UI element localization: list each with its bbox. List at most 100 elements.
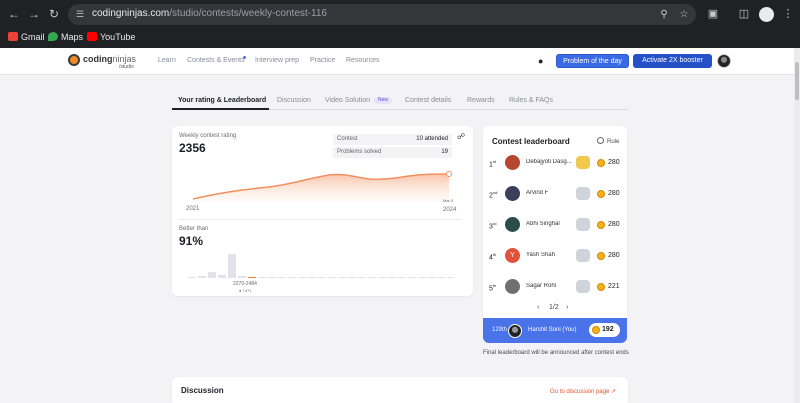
bookmarks-bar: Gmail Maps YouTube (0, 28, 800, 48)
profile-avatar[interactable] (759, 7, 774, 22)
last-point-label: Mar 5 (443, 198, 454, 203)
coin-icon (597, 252, 605, 260)
discussion-link[interactable]: Go to discussion page ↗ (550, 388, 616, 395)
histogram-bar (218, 275, 226, 278)
activate-booster-button[interactable]: Activate 2X booster (633, 54, 712, 68)
better-than-value: 91% (179, 234, 204, 248)
histogram-bar (448, 277, 454, 278)
zoom-icon[interactable]: ⚲ (658, 9, 670, 21)
tab-rules-faqs[interactable]: Rules & FAQs (509, 97, 553, 104)
problem-of-the-day-button[interactable]: Problem of the day (556, 54, 629, 68)
rating-value: 2356 (179, 141, 206, 155)
current-user-row[interactable]: 129th Harshit Soni (You) 192 (483, 318, 627, 343)
address-bar[interactable]: ☰ codingninjas.com/studio/contests/weekl… (68, 4, 696, 25)
leaderboard-row[interactable]: 3rd Abhi Singhal 280 (489, 217, 623, 233)
card-divider (179, 219, 461, 220)
leaderboard-score: 280 (608, 221, 620, 228)
histogram-bar (378, 277, 386, 278)
leaderboard-name: Abhi Singhal (526, 221, 560, 227)
rating-area (193, 174, 449, 202)
leaderboard-name: Arvind F (526, 190, 549, 196)
rule-link[interactable]: Rule (597, 137, 619, 145)
tab-discussion[interactable]: Discussion (277, 97, 311, 104)
nav-resources[interactable]: Resources (346, 57, 379, 64)
side-panel-icon[interactable]: ◫ (737, 7, 751, 21)
notification-bell-icon[interactable]: ● (538, 56, 547, 66)
coin-icon (597, 159, 605, 167)
scrollbar-thumb[interactable] (795, 62, 799, 100)
extensions-icon[interactable]: ▣ (706, 7, 720, 21)
user-avatar[interactable] (717, 54, 731, 68)
current-user-name: Harshit Soni (You) (528, 327, 577, 333)
histogram-bar (348, 277, 356, 278)
histogram-bar (338, 277, 346, 278)
nav-learn[interactable]: Learn (158, 57, 176, 64)
bookmark-youtube[interactable]: YouTube (87, 32, 135, 42)
leaderboard-avatar: Y (505, 248, 520, 263)
leaderboard-avatar (505, 279, 520, 294)
leaderboard-name: Debajyoti Dasg... (526, 159, 572, 165)
nav-practice[interactable]: Practice (310, 57, 335, 64)
info-icon (597, 137, 604, 144)
current-user-avatar (508, 324, 522, 338)
leaderboard-name: Sagar Rohi (526, 283, 557, 289)
bucket-count: ● 7471 (239, 288, 252, 293)
leaderboard-rank: 5th (489, 283, 497, 293)
new-badge: New (374, 97, 393, 104)
leaderboard-title: Contest leaderboard (492, 137, 570, 146)
leaderboard-row[interactable]: 5th Sagar Rohi 221 (489, 279, 623, 295)
leaderboard-row[interactable]: 4th Y Yash Shah 280 (489, 248, 623, 264)
tab-contest-details[interactable]: Contest details (405, 97, 451, 104)
histogram-bar (238, 276, 246, 278)
rank-badge-icon (576, 187, 590, 200)
leaderboard-row[interactable]: 2nd Arvind F 280 (489, 186, 623, 202)
discussion-title: Discussion (181, 386, 224, 395)
x-axis-start: 2021 (186, 206, 200, 212)
leaderboard-avatar (505, 186, 520, 201)
back-icon[interactable]: ← (7, 7, 21, 21)
page-scrollbar[interactable] (794, 48, 800, 403)
prev-page-icon[interactable]: ‹ (537, 304, 539, 311)
leaderboard-score: 221 (608, 283, 620, 290)
histogram-bar (438, 277, 446, 278)
leaderboard-name: Yash Shah (526, 252, 555, 258)
leaderboard-rank: 1st (489, 159, 497, 169)
bucket-label: 2270-2484 (233, 281, 257, 287)
youtube-icon (87, 32, 97, 41)
nav-interview-prep[interactable]: Interview prep (255, 57, 299, 64)
rating-history-chart (192, 171, 452, 202)
coding-ninjas-logo-icon[interactable] (68, 54, 80, 66)
rank-badge-icon (576, 249, 590, 262)
histogram-bar (288, 277, 296, 278)
rating-distribution-histogram (188, 254, 454, 278)
leaderboard-rank: 4th (489, 252, 497, 262)
bookmark-maps[interactable]: Maps (48, 32, 83, 42)
next-page-icon[interactable]: › (566, 304, 568, 311)
histogram-bar (198, 276, 206, 278)
current-user-rank: 129th (492, 327, 508, 333)
nav-contests-events[interactable]: Contests & Events (187, 57, 245, 64)
histogram-bar (368, 277, 376, 278)
leaderboard-note: Final leaderboard will be announced afte… (483, 350, 629, 356)
rank-badge-icon (576, 280, 590, 293)
bookmark-gmail[interactable]: Gmail (8, 32, 45, 42)
site-info-icon[interactable]: ☰ (76, 9, 87, 20)
rank-badge-icon (576, 218, 590, 231)
tab-rating-leaderboard[interactable]: Your rating & Leaderboard (178, 97, 266, 104)
page-indicator: 1/2 (549, 304, 559, 311)
forward-icon[interactable]: → (27, 7, 41, 21)
bookmark-star-icon[interactable]: ☆ (678, 9, 690, 21)
histogram-bar (258, 277, 266, 278)
leaderboard-rank: 3rd (489, 221, 497, 231)
leaderboard-avatar (505, 155, 520, 170)
histogram-bar (188, 277, 196, 278)
tab-video-solution[interactable]: Video Solution New (325, 97, 393, 104)
menu-kebab-icon[interactable]: ⋮ (781, 7, 795, 21)
share-icon[interactable]: ☍ (457, 133, 465, 141)
tab-rewards[interactable]: Rewards (467, 97, 495, 104)
leaderboard-row[interactable]: 1st Debajyoti Dasg... 280 (489, 155, 623, 171)
gmail-icon (8, 32, 18, 41)
reload-icon[interactable]: ↻ (47, 7, 61, 21)
better-than-label: Better than (179, 226, 209, 232)
logo-text[interactable]: codingninjas (83, 54, 136, 64)
